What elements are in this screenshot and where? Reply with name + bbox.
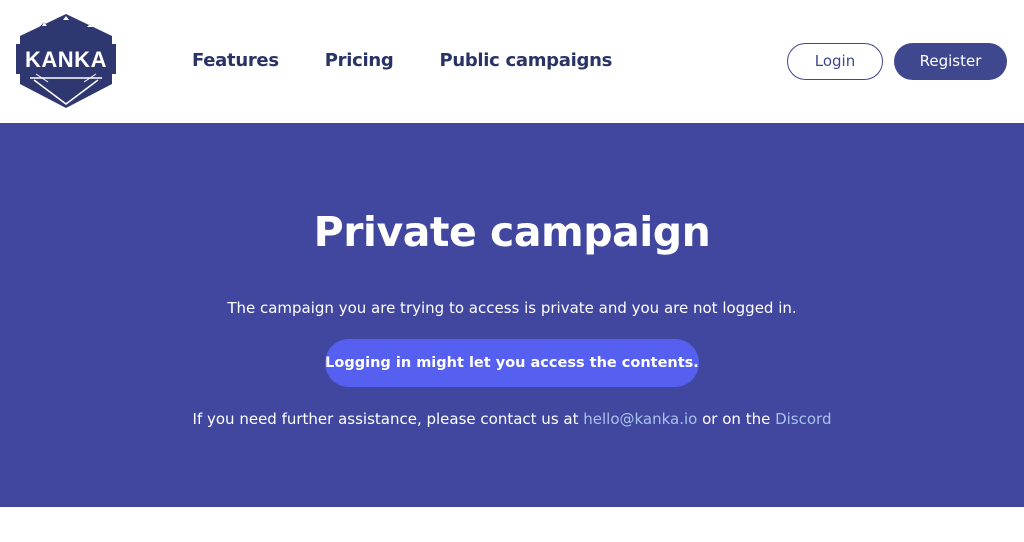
help-prefix: If you need further assistance, please c… [192, 410, 584, 428]
login-cta-button[interactable]: Logging in might let you access the cont… [325, 339, 699, 387]
nav-public-campaigns[interactable]: Public campaigns [439, 48, 612, 74]
email-link[interactable]: hello@kanka.io [583, 410, 697, 428]
kanka-logo[interactable]: KANKA [14, 10, 118, 112]
site-header: KANKA Features Pricing Public campaigns … [0, 0, 1024, 123]
logo-text: KANKA [25, 47, 107, 72]
register-button[interactable]: Register [894, 43, 1007, 80]
nav-pricing[interactable]: Pricing [325, 48, 394, 74]
help-middle: or on the [697, 410, 776, 428]
page-title: Private campaign [313, 208, 711, 256]
nav-features[interactable]: Features [192, 48, 279, 74]
private-campaign-message: The campaign you are trying to access is… [227, 299, 797, 317]
main-nav: Features Pricing Public campaigns [192, 48, 658, 74]
discord-link[interactable]: Discord [775, 410, 831, 428]
help-text: If you need further assistance, please c… [0, 409, 1024, 429]
login-button[interactable]: Login [787, 43, 883, 80]
hero-section: Private campaign The campaign you are tr… [0, 123, 1024, 507]
